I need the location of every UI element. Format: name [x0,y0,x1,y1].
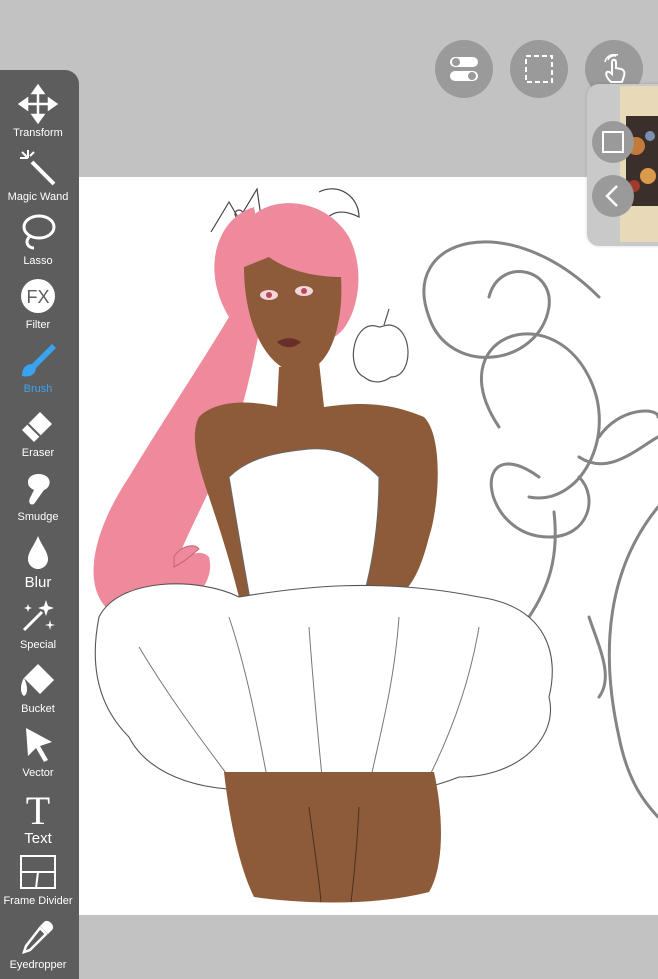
tool-eyedropper[interactable]: Eyedropper [0,914,76,978]
navigator-thumbnail[interactable] [620,86,658,242]
tool-transform[interactable]: Transform [0,82,76,146]
tool-eraser[interactable]: Eraser [0,402,76,466]
tool-bucket[interactable]: Bucket [0,658,76,722]
lasso-icon [22,214,56,250]
tool-smudge[interactable]: Smudge [0,466,76,530]
tool-text[interactable]: T Text [0,786,76,850]
svg-text:T: T [26,788,50,828]
tool-label: Lasso [23,255,53,267]
brush-icon [22,344,56,377]
tool-label: Eraser [21,447,55,459]
tutu [94,583,553,797]
hand-touch-icon [604,54,626,83]
tool-label: Frame Divider [3,895,73,907]
magic-wand-icon [20,150,56,186]
selection-button[interactable] [510,40,568,98]
tool-filter[interactable]: FX Filter [0,274,76,338]
dashed-selection-icon [525,55,553,83]
tool-label: Special [19,639,57,651]
move-arrows-icon [18,84,58,124]
tool-brush[interactable]: Brush [0,338,76,402]
apple-sketch [352,308,409,383]
cursor-arrow-icon [26,728,52,762]
eyedropper-icon [22,920,54,954]
tool-sidebar: Transform Magic Wand Lasso FX Filter Bru… [0,70,79,979]
tool-label: Bucket [21,703,55,715]
tool-lasso[interactable]: Lasso [0,210,76,274]
tool-label: Transform [13,127,63,139]
drawing-canvas[interactable] [79,177,658,915]
smudge-finger-icon [28,474,50,505]
tool-label: Blur [24,574,52,591]
droplet-icon [28,536,48,569]
chevron-left-icon [605,185,618,207]
eraser-icon [22,412,52,442]
neck [277,362,324,407]
navigator-frame-button[interactable] [592,121,634,163]
paint-bucket-icon [21,664,54,696]
artwork [93,187,658,903]
tool-label: Brush [23,383,53,395]
text-t-icon: T [26,788,50,828]
square-frame-icon [602,131,624,153]
navigator-collapse-button[interactable] [592,175,634,217]
tool-blur[interactable]: Blur [0,530,76,594]
thumbnail-image [620,86,658,242]
tool-magic-wand[interactable]: Magic Wand [0,146,76,210]
fx-icon: FX [21,279,55,313]
tool-special[interactable]: Special [0,594,76,658]
tool-label: Eyedropper [9,959,67,971]
frame-divider-icon [20,855,56,889]
tool-label: Vector [22,767,54,779]
toggle-switch-icon [450,57,478,81]
sparkle-icon [22,600,55,632]
toggle-button[interactable] [435,40,493,98]
tool-label: Text [24,830,52,847]
legs [224,772,441,903]
svg-text:FX: FX [26,287,49,307]
tool-frame-divider[interactable]: Frame Divider [0,850,76,914]
tool-label: Filter [25,319,51,331]
tool-label: Smudge [17,511,59,523]
tool-label: Magic Wand [7,191,69,203]
tool-vector[interactable]: Vector [0,722,76,786]
